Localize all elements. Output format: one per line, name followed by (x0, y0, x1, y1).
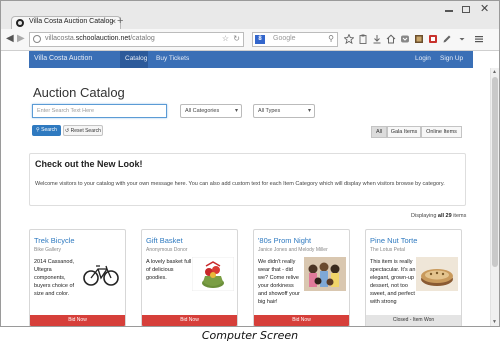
chevron-down-icon: ▾ (234, 108, 238, 114)
bid-now-button[interactable]: Bid Now (142, 315, 237, 326)
closed-item-won-label: Closed - Item Won (366, 315, 461, 326)
card-donor: The Lotus Petal (370, 247, 406, 253)
filter-all-button[interactable]: All (371, 126, 387, 138)
catalog-card[interactable]: Pine Nut Torte The Lotus Petal This item… (365, 229, 462, 326)
browser-toolbar: ◀ ▶ villacosta.schoolauction.net/catalog… (1, 29, 499, 51)
favicon-icon (16, 19, 24, 27)
card-title[interactable]: '80s Prom Night (258, 236, 311, 245)
pen-icon[interactable] (442, 34, 452, 44)
page-title: Auction Catalog (33, 85, 125, 100)
dropdown-icon[interactable] (457, 34, 467, 44)
catalog-search-input[interactable]: Enter Search Text Here (32, 104, 167, 118)
tab-title: Villa Costa Auction Catalog (29, 18, 114, 25)
address-bar[interactable]: villacosta.schoolauction.net/catalog ☆ ↻ (29, 32, 244, 47)
torte-photo-icon[interactable] (416, 257, 458, 291)
forward-button[interactable]: ▶ (17, 33, 25, 45)
nav-link-sign-up[interactable]: Sign Up (440, 55, 463, 62)
scroll-up-icon[interactable]: ▲ (492, 69, 497, 75)
item-count: Displaying all 29 items (411, 213, 467, 219)
extension-icon[interactable] (414, 34, 424, 44)
reload-icon[interactable]: ↻ (233, 34, 240, 43)
bookmark-star-icon[interactable]: ☆ (222, 34, 229, 43)
star-icon[interactable] (344, 34, 354, 44)
search-engine-icon[interactable]: 8 (255, 35, 265, 44)
nav-link-buy-tickets[interactable]: Buy Tickets (156, 55, 189, 62)
card-description: 2014 Cassanod, Ultegra components, buyer… (34, 259, 75, 297)
card-title[interactable]: Pine Nut Torte (370, 236, 417, 245)
site-navbar: Villa Costa Auction Catalog Buy Tickets … (29, 51, 473, 68)
new-tab-button[interactable]: + (117, 15, 123, 27)
clipboard-icon[interactable] (358, 34, 368, 44)
search-icon[interactable]: ⚲ (328, 34, 334, 43)
welcome-panel: Check out the New Look! Welcome visitors… (29, 153, 466, 206)
catalog-card[interactable]: Trek Bicycle Bike Gallery 2014 Cassanod,… (29, 229, 126, 326)
catalog-card[interactable]: Gift Basket Anonymous Donor A lovely bas… (141, 229, 238, 326)
page-scrollbar[interactable]: ▲ ▼ (490, 68, 499, 326)
card-description: This item is really spectacular. It's an… (370, 259, 416, 305)
maximize-icon[interactable] (462, 6, 470, 13)
bid-now-button[interactable]: Bid Now (254, 315, 349, 326)
download-icon[interactable] (372, 34, 382, 44)
card-description: We didn't really wear that - did we? Com… (258, 259, 300, 305)
reset-search-button[interactable]: ↺ Reset Search (63, 125, 103, 136)
card-title[interactable]: Gift Basket (146, 236, 183, 245)
minimize-icon[interactable] (445, 10, 453, 12)
card-description: A lovely basket full of delicious goodie… (146, 259, 192, 281)
card-title[interactable]: Trek Bicycle (34, 236, 75, 245)
browser-window: Villa Costa Auction Catalog × + ✕ ◀ ▶ vi… (0, 0, 500, 327)
welcome-title: Check out the New Look! (35, 159, 143, 169)
type-select[interactable]: All Types ▾ (253, 104, 315, 118)
bid-now-button[interactable]: Bid Now (30, 315, 125, 326)
tab-strip: Villa Costa Auction Catalog × + ✕ (1, 1, 499, 29)
category-select[interactable]: All Categories ▾ (180, 104, 242, 118)
chevron-down-icon: ▾ (307, 108, 311, 114)
url-text: villacosta.schoolauction.net/catalog (45, 35, 155, 42)
menu-icon[interactable] (474, 34, 484, 44)
home-icon[interactable] (386, 34, 396, 44)
group-photo-icon[interactable] (304, 257, 346, 291)
card-donor: Bike Gallery (34, 247, 61, 253)
filter-gala-items-button[interactable]: Gala Items (387, 126, 421, 138)
tab-close-icon[interactable]: × (111, 17, 116, 26)
scroll-down-icon[interactable]: ▼ (492, 319, 497, 325)
figure-caption: Computer Screen (201, 329, 299, 342)
window-close-icon[interactable]: ✕ (480, 2, 489, 15)
browser-tab[interactable]: Villa Costa Auction Catalog × (11, 16, 121, 29)
search-button[interactable]: ⚲ Search (32, 125, 61, 136)
site-brand[interactable]: Villa Costa Auction (34, 55, 92, 62)
search-input-placeholder: Enter Search Text Here (37, 108, 95, 114)
filter-online-items-button[interactable]: Online Items (421, 126, 462, 138)
search-placeholder: Google (273, 35, 296, 42)
addon-icon[interactable] (428, 34, 438, 44)
card-donor: Janice Jones and Melody Miller (258, 247, 328, 253)
type-select-value: All Types (258, 108, 281, 114)
globe-icon (33, 35, 41, 43)
nav-link-catalog[interactable]: Catalog (125, 55, 147, 62)
pocket-icon[interactable] (400, 34, 410, 44)
gift-basket-photo-icon[interactable] (192, 257, 234, 291)
browser-search-field[interactable]: 8 Google ⚲ (252, 32, 338, 47)
back-button[interactable]: ◀ (6, 33, 14, 45)
category-select-value: All Categories (185, 108, 220, 114)
catalog-card[interactable]: '80s Prom Night Janice Jones and Melody … (253, 229, 350, 326)
nav-link-login[interactable]: Login (415, 55, 431, 62)
scrollbar-thumb[interactable] (492, 77, 498, 267)
welcome-text: Welcome visitors to your catalog with yo… (35, 181, 445, 187)
bicycle-photo-icon[interactable] (80, 257, 122, 291)
card-donor: Anonymous Donor (146, 247, 188, 253)
